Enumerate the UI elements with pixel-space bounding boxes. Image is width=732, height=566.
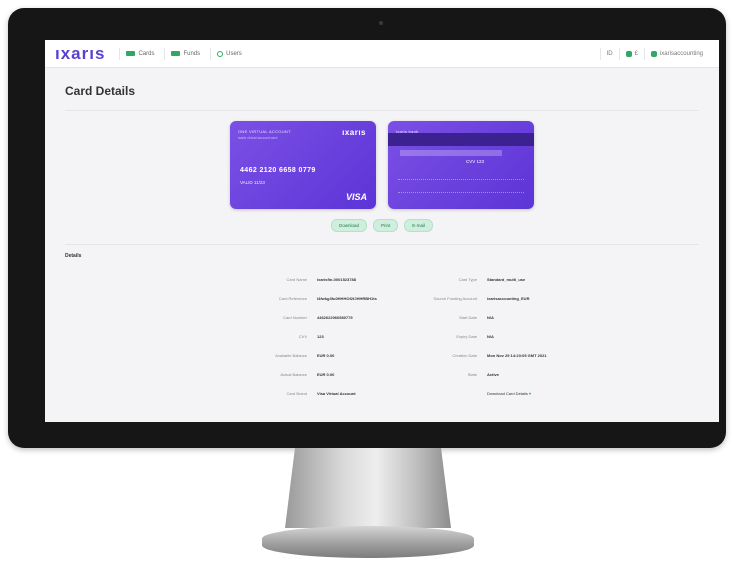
account-icon <box>650 50 657 57</box>
detail-label: Card Brand <box>286 391 307 396</box>
app-screen: ıxarıs Cards Funds Users ID £ ixarisacco… <box>45 40 719 422</box>
nav-users[interactable]: Users <box>210 47 248 60</box>
card-number: 4462 2120 6658 0779 <box>240 167 316 174</box>
detail-value: Mon Nov 29 14:23:05 GMT 2021 <box>487 353 547 358</box>
email-button[interactable]: E-mail <box>404 219 434 232</box>
top-nav: ıxarıs Cards Funds Users ID £ ixarisacco… <box>45 40 719 68</box>
page-title: Card Details <box>65 84 136 98</box>
details-grid: Card Name Ixarisfin-0001523788 Card Type… <box>139 277 705 396</box>
nav-funds-label: Funds <box>183 50 201 57</box>
detail-label: Source Funding Account <box>433 296 477 301</box>
card-fine-print <box>398 179 524 193</box>
detail-label <box>407 391 477 396</box>
detail-value: ixarisaccounting_EUR <box>487 296 530 301</box>
detail-value: EUR 0.00 <box>317 353 335 358</box>
print-button[interactable]: Print <box>372 219 399 232</box>
card-actions: Download Print E-mail <box>59 219 705 232</box>
detail-value: Active <box>487 372 500 377</box>
main-content: Card Details ONE VIRTUAL ACCOUNT ixaris … <box>45 68 719 396</box>
camera-dot <box>379 21 383 25</box>
detail-label: Start Date <box>458 315 477 320</box>
detail-value: 4462622066580779 <box>317 315 353 320</box>
download-arrow-icon: ▾ <box>529 391 532 396</box>
detail-label: Expiry Date <box>456 334 477 339</box>
download-details-link[interactable]: Download Card Details ▾ <box>487 391 597 396</box>
monitor-bezel: ıxarıs Cards Funds Users ID £ ixarisacco… <box>8 8 726 448</box>
nav-cards[interactable]: Cards <box>119 47 160 60</box>
visa-logo: VISA <box>345 192 367 202</box>
detail-value: Standard_multi_use <box>487 277 526 282</box>
account-menu[interactable]: ixarisaccounting <box>643 47 709 60</box>
brand-logo[interactable]: ıxarıs <box>55 44 105 64</box>
detail-label: CVV <box>298 334 307 339</box>
header-currency-label: £ <box>634 50 638 57</box>
detail-label: Actual Balance <box>280 372 307 377</box>
detail-value: Visa Virtual Account <box>317 391 356 396</box>
detail-label: Card Name <box>286 277 307 282</box>
header-id-label: ID <box>606 50 613 57</box>
detail-value: EUR 0.00 <box>317 372 335 377</box>
detail-label: Creation Date <box>452 353 477 358</box>
detail-value: Ixarisfin-0001523788 <box>317 277 356 282</box>
details-heading: Details <box>65 253 82 259</box>
detail-label: Card Number <box>282 315 307 320</box>
detail-label: State <box>467 372 477 377</box>
download-details-label: Download Card Details <box>487 391 528 396</box>
card-cvv: CVV 123 <box>466 159 485 164</box>
card-logo: ıxarıs <box>342 128 366 137</box>
title-divider <box>65 110 699 111</box>
monitor-stand-neck <box>285 448 451 528</box>
monitor-scene: ıxarıs Cards Funds Users ID £ ixarisacco… <box>0 0 732 566</box>
card-expiry: VALID 11/23 <box>240 180 265 185</box>
detail-label: Available Balance <box>275 353 307 358</box>
detail-value: 123 <box>317 334 324 339</box>
detail-label: Card Reference <box>278 296 307 301</box>
card-preview: ONE VIRTUAL ACCOUNT ixaris virtual accou… <box>59 121 705 209</box>
detail-value: N/A <box>487 334 494 339</box>
header-id[interactable]: ID <box>599 47 619 60</box>
signature-panel <box>400 150 502 156</box>
currency-icon <box>625 50 632 57</box>
card-front: ONE VIRTUAL ACCOUNT ixaris virtual accou… <box>230 121 376 209</box>
header-currency[interactable]: £ <box>618 47 644 60</box>
nav-funds[interactable]: Funds <box>164 47 206 60</box>
nav-cards-label: Cards <box>138 50 155 57</box>
card-back: ixaris bank CVV 123 <box>388 121 534 209</box>
detail-value: I4fwkg3fu0HHHOf2fJHHRBH1ts <box>317 296 377 301</box>
detail-label: Card Type <box>458 277 477 282</box>
detail-value: N/A <box>487 315 494 320</box>
magnetic-strip <box>388 133 534 146</box>
nav-users-label: Users <box>226 50 242 57</box>
banknote-icon <box>171 51 181 56</box>
user-icon <box>217 50 224 57</box>
download-button[interactable]: Download <box>330 219 367 232</box>
card-icon <box>126 51 136 56</box>
account-name: ixarisaccounting <box>659 50 703 57</box>
monitor-stand-base <box>262 526 474 558</box>
